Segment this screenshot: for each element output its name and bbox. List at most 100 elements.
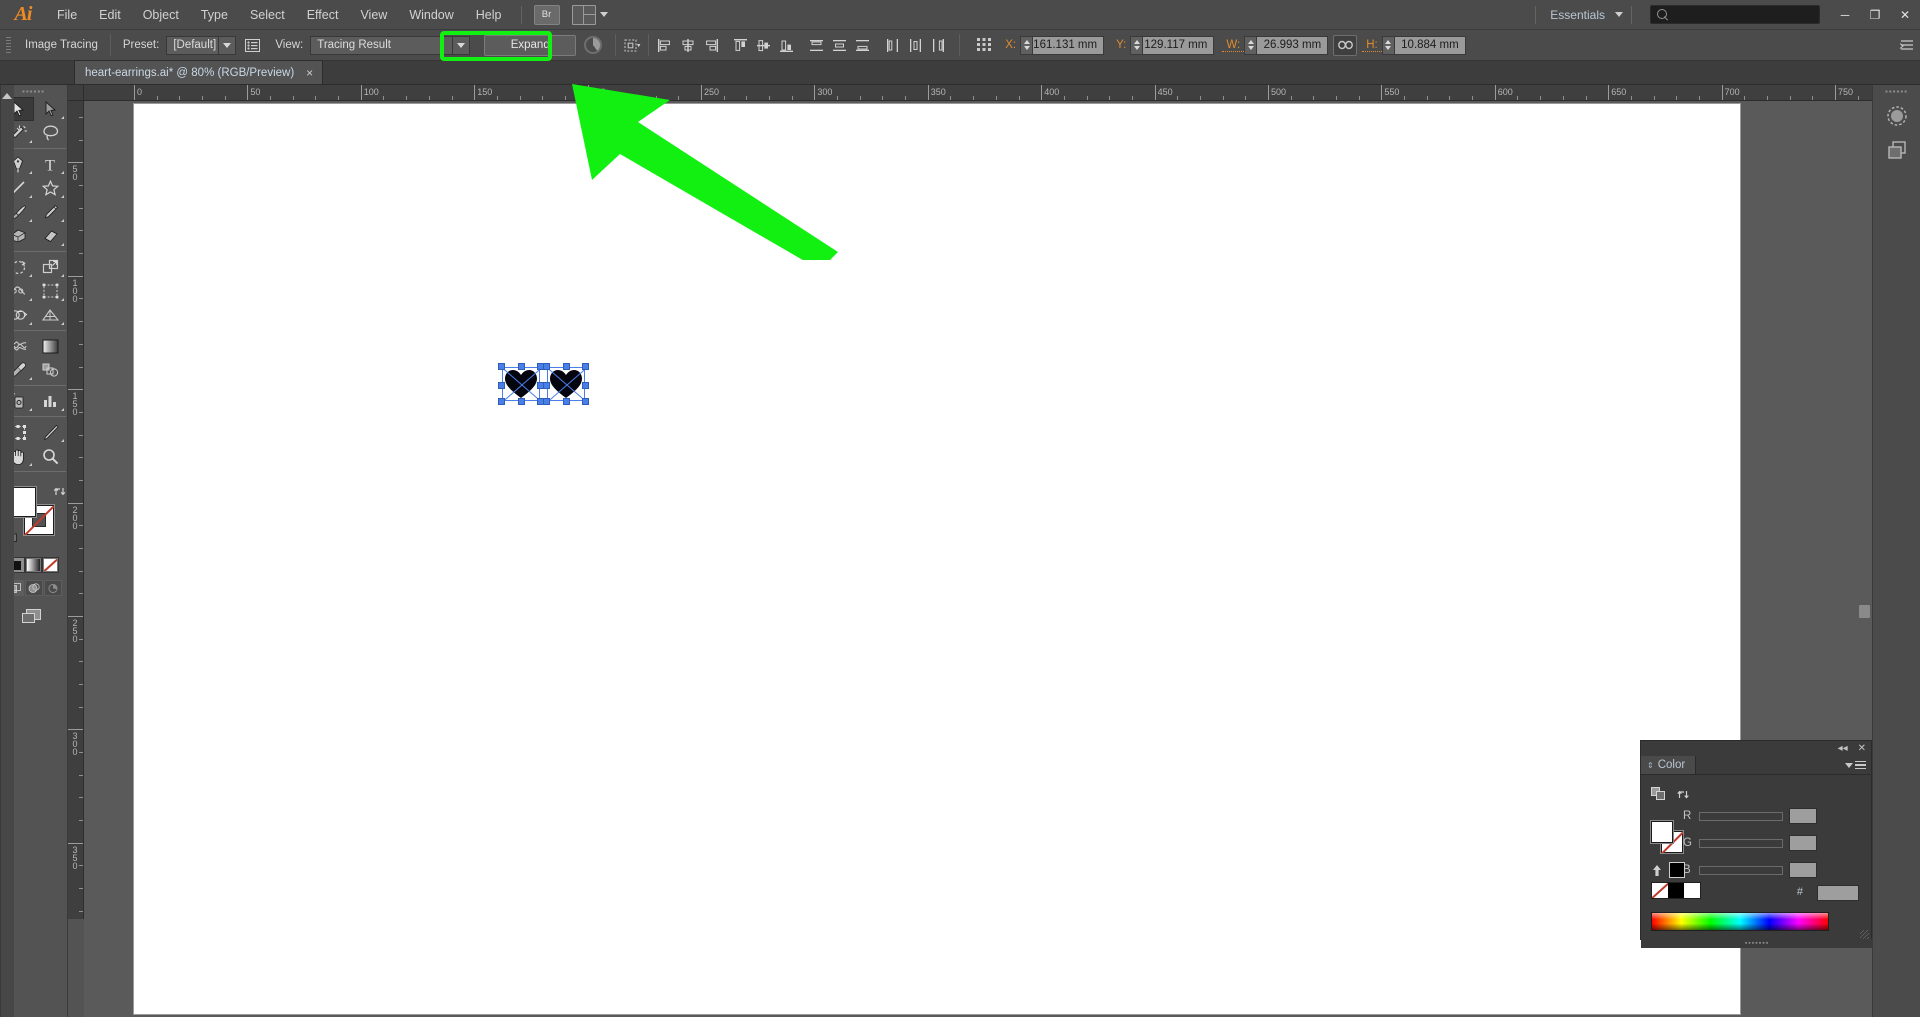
- workspace-switcher[interactable]: Essentials: [1544, 8, 1611, 22]
- control-bar-overflow[interactable]: [1900, 38, 1914, 52]
- menu-effect[interactable]: Effect: [296, 0, 350, 30]
- dock-collapse-strip[interactable]: [0, 85, 14, 1017]
- free-transform-tool[interactable]: [34, 279, 66, 303]
- arrange-documents-icon[interactable]: [571, 4, 596, 25]
- ruler-corner[interactable]: [68, 85, 84, 101]
- channel-b-slider[interactable]: [1699, 865, 1783, 875]
- pencil-tool[interactable]: [34, 200, 66, 224]
- tracing-panel-icon[interactable]: [241, 35, 263, 55]
- menu-object[interactable]: Object: [132, 0, 190, 30]
- none-swatch[interactable]: [1652, 883, 1668, 898]
- distribute-center-icon[interactable]: [829, 35, 850, 56]
- menu-view[interactable]: View: [349, 0, 398, 30]
- menu-window[interactable]: Window: [398, 0, 464, 30]
- heart-shape-left[interactable]: [498, 363, 544, 405]
- align-center-horizontal-icon[interactable]: [677, 35, 698, 56]
- black-quick-swatch[interactable]: [1668, 883, 1684, 898]
- color-panel-fillstroke-icon[interactable]: [1651, 787, 1666, 804]
- column-graph-tool[interactable]: [34, 389, 66, 413]
- view-chevron-down-icon[interactable]: [452, 36, 469, 54]
- channel-r-field[interactable]: [1789, 808, 1817, 824]
- arrange-chevron-down-icon[interactable]: [599, 12, 608, 17]
- hex-field[interactable]: [1817, 885, 1859, 901]
- channel-r-slider[interactable]: [1699, 811, 1783, 821]
- h-field[interactable]: 10.884 mm: [1393, 35, 1466, 55]
- align-to-selection-icon[interactable]: [622, 35, 643, 56]
- color-panel-collapse-icon[interactable]: ◂◂: [1838, 743, 1848, 754]
- gradient-tool[interactable]: [34, 334, 66, 358]
- menu-type[interactable]: Type: [190, 0, 239, 30]
- align-middle-vertical-icon[interactable]: [753, 35, 774, 56]
- type-tool[interactable]: T: [34, 152, 66, 176]
- channel-b-field[interactable]: [1789, 862, 1817, 878]
- align-left-icon[interactable]: [654, 35, 675, 56]
- layers-icon[interactable]: [1880, 135, 1914, 165]
- control-bar-grip[interactable]: [4, 35, 13, 55]
- draw-inside-button[interactable]: [44, 580, 62, 596]
- document-tab-close-icon[interactable]: ×: [303, 66, 316, 80]
- document-tab[interactable]: heart-earrings.ai* @ 80% (RGB/Preview) ×: [74, 60, 324, 84]
- color-panel-resize-grip[interactable]: [1860, 930, 1869, 939]
- distribute-bottom-icon[interactable]: [852, 35, 873, 56]
- heart-shape-right[interactable]: [543, 363, 589, 405]
- workspace-chevron-down-icon[interactable]: [1615, 12, 1623, 17]
- zoom-tool[interactable]: [34, 444, 66, 468]
- restore-button[interactable]: ❐: [1860, 0, 1890, 30]
- x-field[interactable]: 161.131 mm: [1032, 35, 1105, 55]
- color-spectrum-ramp[interactable]: [1651, 912, 1829, 931]
- scale-tool[interactable]: [34, 255, 66, 279]
- perspective-grid-tool[interactable]: [34, 303, 66, 327]
- color-panel-swap-icon[interactable]: [1676, 788, 1690, 804]
- direct-selection-tool[interactable]: [34, 97, 66, 121]
- canvas-area[interactable]: [84, 101, 1872, 1017]
- channel-g-field[interactable]: [1789, 835, 1817, 851]
- expand-button[interactable]: Expand: [484, 34, 577, 56]
- right-dock-grip[interactable]: ▪▪▪▪▪▪: [1873, 85, 1920, 97]
- change-screen-mode-button[interactable]: [20, 606, 44, 626]
- lasso-tool[interactable]: [34, 121, 66, 145]
- align-bottom-icon[interactable]: [776, 35, 797, 56]
- menu-select[interactable]: Select: [239, 0, 296, 30]
- distribute-left-icon[interactable]: [882, 35, 903, 56]
- eraser-tool[interactable]: [34, 224, 66, 248]
- color-panel-fill-swatch[interactable]: [1651, 821, 1673, 843]
- blend-tool[interactable]: [34, 358, 66, 382]
- preset-chevron-down-icon[interactable]: [218, 36, 235, 54]
- draw-behind-button[interactable]: [25, 580, 43, 596]
- color-panel-footer-grip[interactable]: ▪▪▪▪▪▪▪: [1641, 939, 1873, 948]
- link-chain-icon[interactable]: [1333, 34, 1358, 56]
- vertical-ruler[interactable]: 5 0 1 0 0 1 5 0 2 0 0 2 5 0 3 0 0 3 5 0: [68, 101, 84, 919]
- artboard[interactable]: [134, 104, 1740, 1014]
- align-top-icon[interactable]: [730, 35, 751, 56]
- h-stepper[interactable]: [1381, 35, 1394, 55]
- horizontal-ruler[interactable]: 0 50 100 150 200 250 300 350 400 450 500 550 600 650 7…: [84, 85, 1872, 101]
- color-panel[interactable]: ◂◂ ✕ ⇕ Color R G B # ▪▪▪▪▪▪▪: [1640, 740, 1873, 948]
- color-panel-menu-icon[interactable]: [1845, 756, 1871, 774]
- shape-tool[interactable]: [34, 176, 66, 200]
- w-field[interactable]: 26.993 mm: [1256, 35, 1329, 55]
- tab-color[interactable]: ⇕ Color: [1641, 756, 1697, 774]
- color-panel-close-icon[interactable]: ✕: [1858, 743, 1866, 754]
- x-stepper[interactable]: [1020, 35, 1033, 55]
- color-panel-upload-icon[interactable]: [1651, 864, 1663, 877]
- channel-g-slider[interactable]: [1699, 838, 1783, 848]
- distribute-horizontal-center-icon[interactable]: [905, 35, 926, 56]
- collapse-panel-arrow-icon[interactable]: [2, 93, 12, 99]
- menu-file[interactable]: File: [46, 0, 88, 30]
- preset-dropdown[interactable]: [Default]: [166, 35, 237, 55]
- minimize-button[interactable]: ─: [1830, 0, 1860, 30]
- menu-edit[interactable]: Edit: [88, 0, 132, 30]
- search-input[interactable]: [1650, 5, 1820, 24]
- swap-fill-stroke-icon[interactable]: [53, 485, 66, 498]
- color-guide-icon[interactable]: [1880, 101, 1914, 131]
- y-field[interactable]: 129.117 mm: [1142, 35, 1215, 55]
- w-stepper[interactable]: [1244, 35, 1257, 55]
- white-quick-swatch[interactable]: [1684, 883, 1700, 898]
- slice-tool[interactable]: [34, 420, 66, 444]
- gradient-mode-button[interactable]: [25, 557, 42, 573]
- align-right-icon[interactable]: [700, 35, 721, 56]
- none-mode-button[interactable]: [42, 557, 59, 573]
- distribute-top-icon[interactable]: [806, 35, 827, 56]
- color-panel-black-swatch[interactable]: [1669, 862, 1685, 878]
- vertical-scrollbar-thumb[interactable]: [1859, 605, 1870, 618]
